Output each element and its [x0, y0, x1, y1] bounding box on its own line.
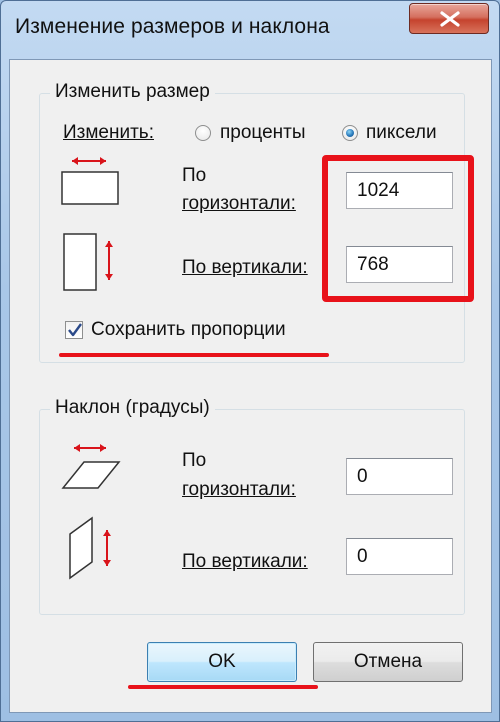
resize-horizontal-label-line2-text: горизонтали: — [182, 193, 296, 214]
keep-ratio-checkbox[interactable] — [65, 321, 83, 339]
skew-vertical-value: 0 — [357, 545, 368, 567]
skew-vertical-icon — [69, 516, 111, 580]
skew-horizontal-icon — [61, 444, 121, 489]
title-bar[interactable]: Изменение размеров и наклона — [1, 1, 499, 59]
checkmark-icon — [68, 323, 82, 337]
percent-radio[interactable] — [195, 125, 211, 141]
resize-by-label: Изменить: — [63, 121, 154, 145]
close-icon — [440, 11, 460, 27]
skew-vertical-label: По вертикали: — [182, 550, 308, 574]
skew-group-legend: Наклон (градусы) — [50, 397, 215, 419]
annotation-underline-ok — [128, 685, 318, 689]
percent-radio-label[interactable]: проценты — [220, 121, 306, 145]
keep-ratio-label[interactable]: Сохранить пропорции — [91, 318, 286, 342]
skew-horizontal-label-line2: горизонтали: — [182, 478, 296, 502]
resize-group-legend: Изменить размер — [50, 81, 215, 103]
cancel-button[interactable]: Отмена — [313, 642, 463, 682]
close-button[interactable] — [409, 3, 489, 34]
resize-vertical-icon — [63, 233, 113, 291]
skew-horizontal-input[interactable]: 0 — [346, 458, 453, 495]
dialog-title: Изменение размеров и наклона — [15, 15, 330, 38]
dialog-body: Изменить размер Изменить: проценты пиксе… — [9, 59, 492, 713]
resize-by-label-text: Изменить: — [63, 122, 154, 143]
ok-button-label: OK — [208, 651, 236, 672]
resize-vertical-label-text: По вертикали: — [182, 257, 308, 278]
ok-button[interactable]: OK — [147, 642, 297, 682]
pixels-radio-label[interactable]: пиксели — [366, 121, 437, 145]
resize-vertical-label: По вертикали: — [182, 256, 308, 280]
cancel-button-label: Отмена — [353, 651, 423, 672]
resize-horizontal-label-line2: горизонтали: — [182, 192, 296, 216]
annotation-underline-keep-ratio — [59, 353, 329, 357]
resize-horizontal-label-line1: По — [182, 165, 207, 186]
pixels-radio[interactable] — [342, 125, 358, 141]
resize-horizontal-icon — [61, 157, 119, 205]
skew-horizontal-label-line2-text: горизонтали: — [182, 479, 296, 500]
resize-skew-dialog: Изменение размеров и наклона Изменить ра… — [0, 0, 500, 722]
annotation-highlight-box — [322, 155, 474, 302]
skew-vertical-label-text: По вертикали: — [182, 551, 308, 572]
skew-vertical-input[interactable]: 0 — [346, 538, 453, 575]
skew-horizontal-value: 0 — [357, 465, 368, 487]
skew-horizontal-label-line1: По — [182, 450, 207, 471]
